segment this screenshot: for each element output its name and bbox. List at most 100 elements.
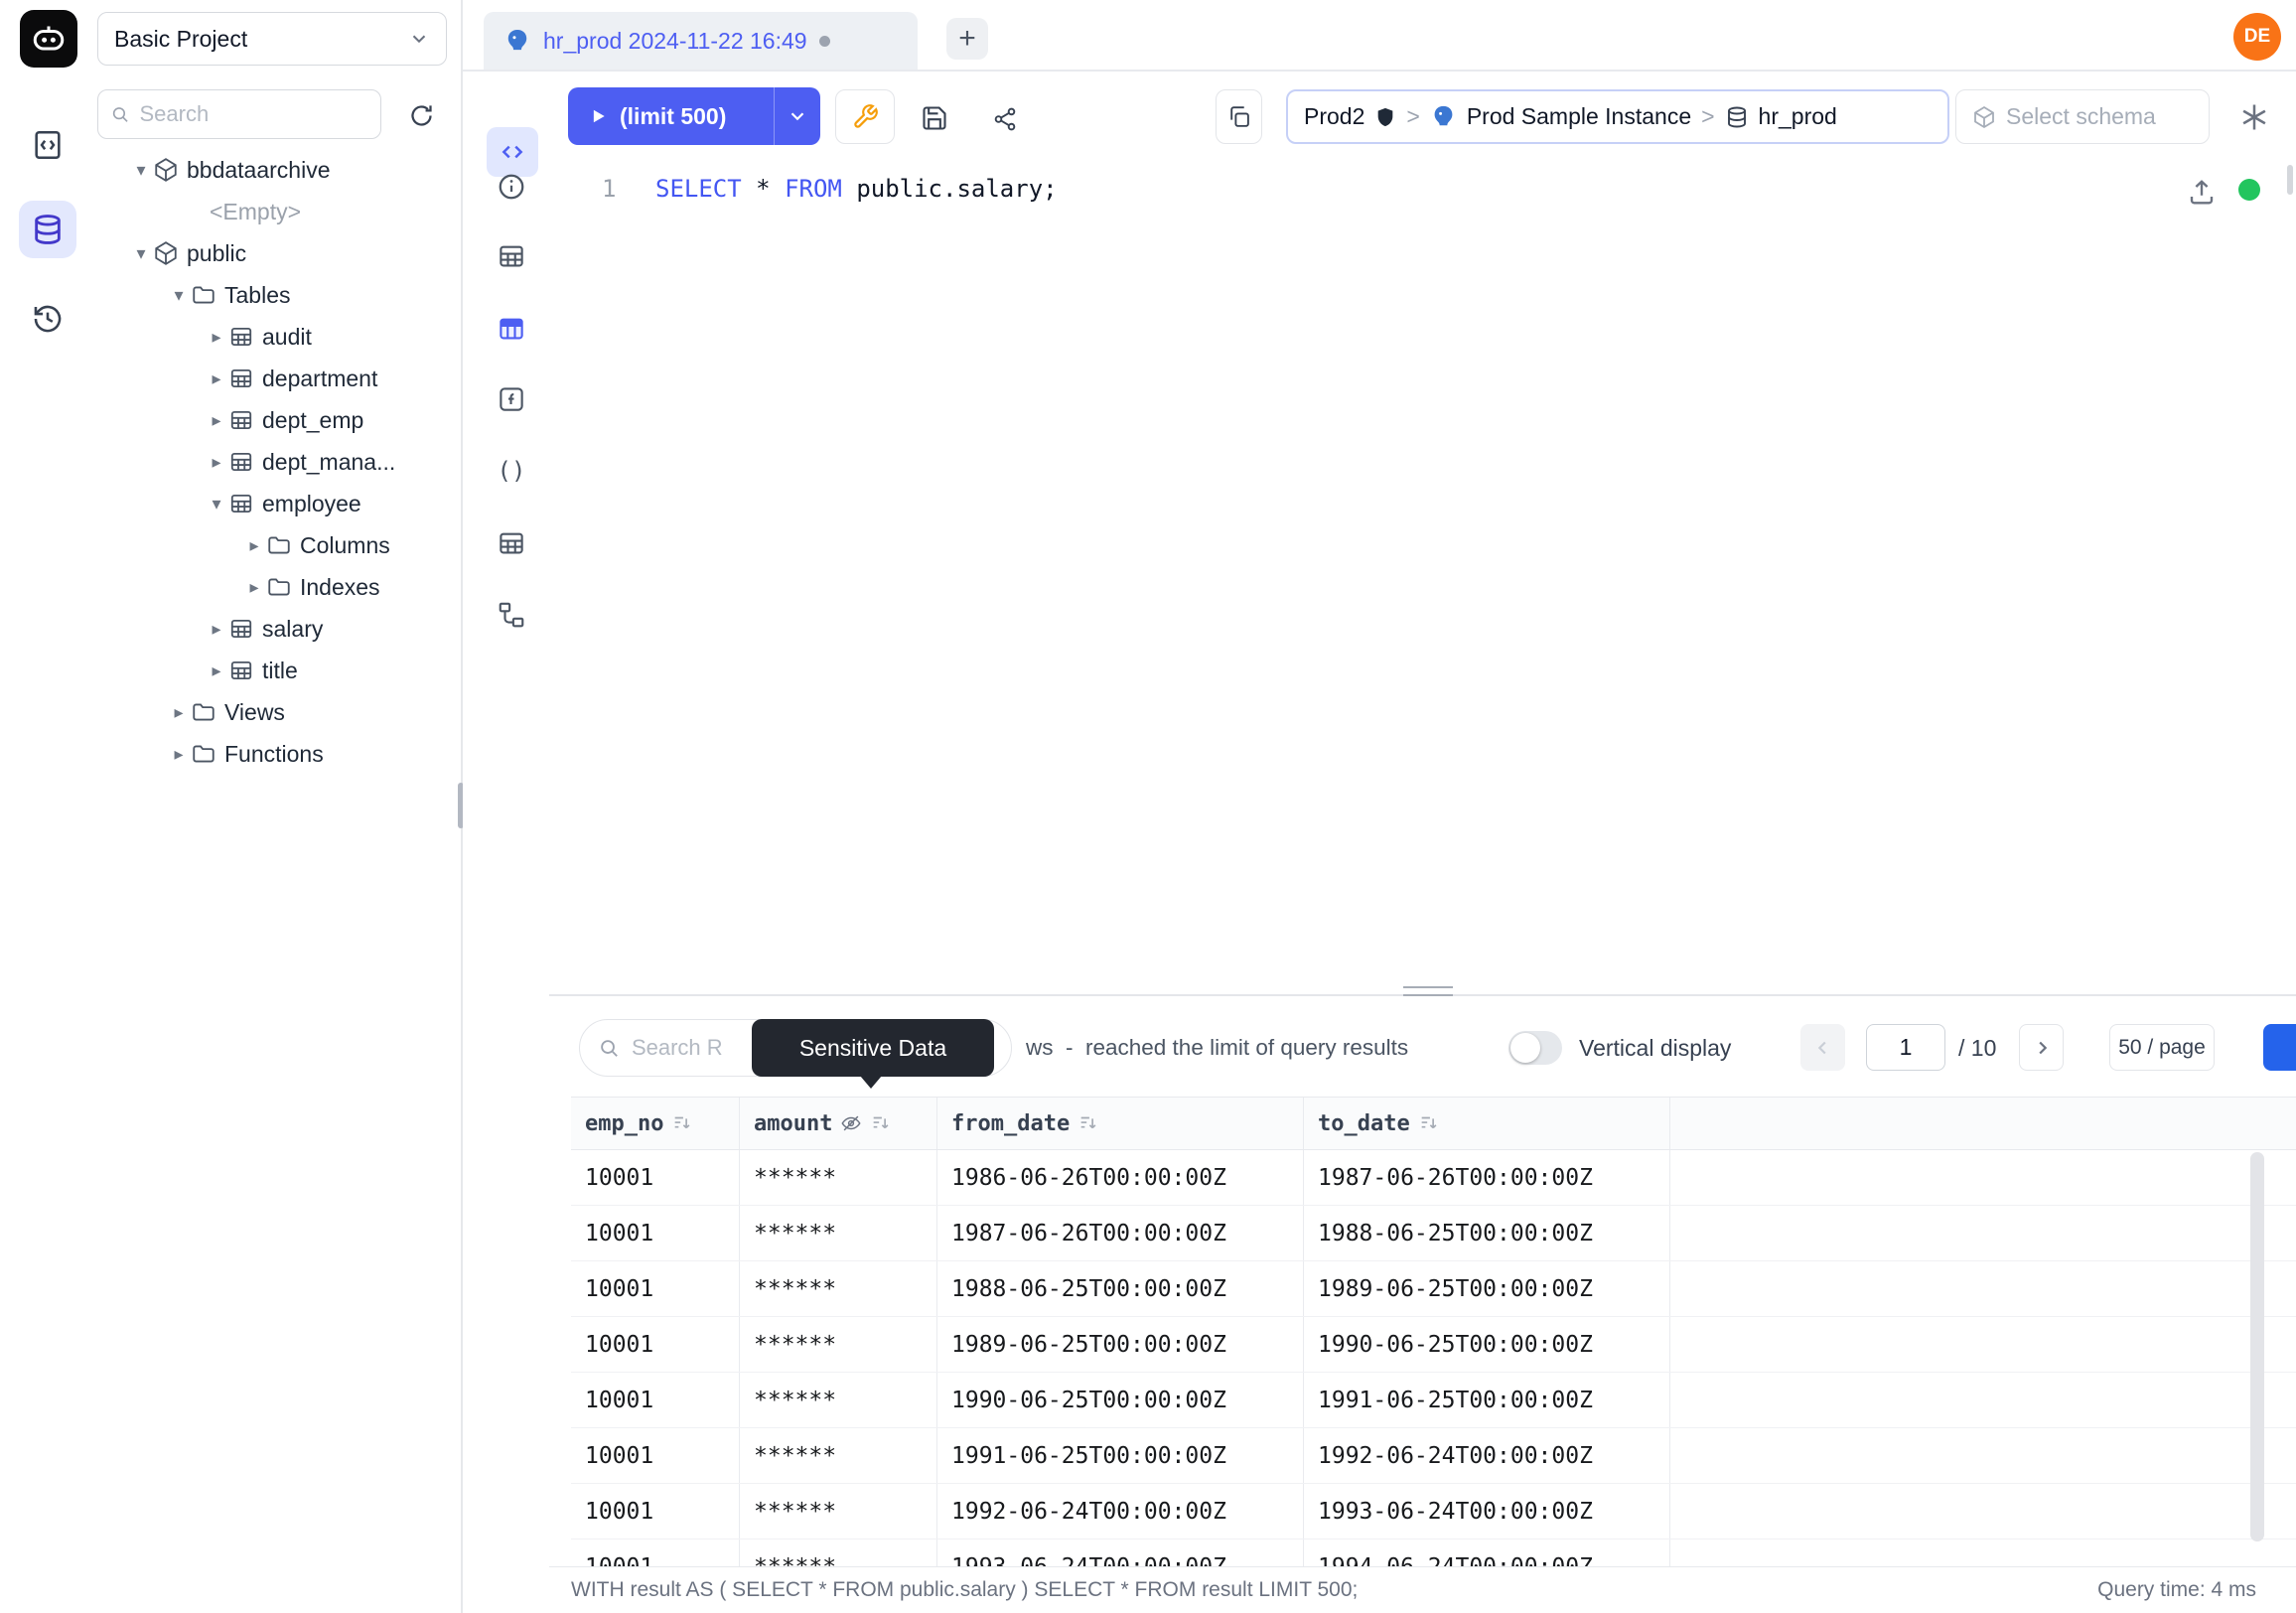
tree-item-dept-emp[interactable]: ▸ dept_emp	[95, 399, 459, 441]
connection-breadcrumb[interactable]: Prod2 > Prod Sample Instance > hr_prod	[1286, 89, 1949, 144]
procedures-panel-button[interactable]: ()	[494, 453, 529, 489]
table-row[interactable]: 10001******1992-06-24T00:00:00Z1993-06-2…	[571, 1484, 2296, 1540]
worksheet-nav-button[interactable]	[30, 127, 66, 163]
cell-to_date: 1988-06-25T00:00:00Z	[1304, 1206, 1670, 1260]
project-selector[interactable]: Basic Project	[97, 12, 447, 66]
caret-icon[interactable]: ▸	[205, 660, 228, 681]
search-icon	[110, 103, 130, 125]
functions-panel-button[interactable]	[494, 381, 529, 417]
column-header-emp_no[interactable]: emp_no	[571, 1098, 740, 1149]
executed-query-text: WITH result AS ( SELECT * FROM public.sa…	[571, 1578, 1358, 1602]
caret-icon[interactable]: ▸	[205, 410, 228, 431]
unsaved-dot	[819, 36, 830, 47]
column-header-amount[interactable]: amount	[740, 1098, 937, 1149]
sheets-panel-button[interactable]	[494, 525, 529, 561]
cell-to_date: 1991-06-25T00:00:00Z	[1304, 1373, 1670, 1427]
caret-icon[interactable]: ▾	[205, 494, 228, 514]
table-row[interactable]: 10001******1987-06-26T00:00:00Z1988-06-2…	[571, 1206, 2296, 1261]
caret-icon[interactable]: ▸	[167, 702, 191, 723]
export-button-clipped[interactable]	[2263, 1024, 2296, 1071]
run-options-dropdown[interactable]	[775, 105, 820, 127]
run-query-button[interactable]: (limit 500)	[568, 87, 820, 145]
next-page-button[interactable]	[2019, 1024, 2064, 1071]
tree-item-columns[interactable]: ▸ Columns	[95, 524, 459, 566]
table-row[interactable]: 10001******1991-06-25T00:00:00Z1992-06-2…	[571, 1428, 2296, 1484]
folder-icon	[191, 741, 224, 767]
share-sheet-button[interactable]	[983, 97, 1027, 141]
tables-panel-button[interactable]	[494, 238, 529, 274]
format-sql-button[interactable]	[835, 89, 895, 144]
results-scrollbar-thumb[interactable]	[2250, 1152, 2264, 1541]
er-diagram-button[interactable]	[494, 311, 529, 347]
info-panel-button[interactable]	[494, 169, 529, 205]
table-icon	[228, 366, 262, 391]
code-icon	[500, 139, 525, 165]
sidebar-search-input[interactable]	[140, 101, 369, 127]
panel-divider-handle[interactable]	[1403, 986, 1453, 996]
caret-icon[interactable]: ▸	[205, 452, 228, 473]
caret-icon[interactable]: ▾	[129, 243, 153, 264]
caret-icon[interactable]: ▸	[205, 327, 228, 348]
sort-icon[interactable]	[1077, 1112, 1099, 1134]
folder-icon	[191, 699, 224, 725]
tree-item-audit[interactable]: ▸ audit	[95, 316, 459, 358]
connection-context-button[interactable]	[1216, 89, 1262, 144]
bytebase-logo[interactable]	[20, 10, 77, 68]
tree-item-views[interactable]: ▸ Views	[95, 691, 459, 733]
schema-box-icon	[1972, 105, 1996, 129]
sidebar-search[interactable]	[97, 89, 381, 139]
page-size-select[interactable]: 50 / page	[2109, 1024, 2215, 1071]
tree-item-functions[interactable]: ▸ Functions	[95, 733, 459, 775]
eye-off-icon[interactable]	[840, 1112, 862, 1134]
parentheses-icon: ()	[498, 457, 526, 485]
caret-icon[interactable]: ▸	[205, 368, 228, 389]
tree-item-public[interactable]: ▾ public	[95, 232, 459, 274]
ai-assistant-button[interactable]	[2234, 97, 2274, 137]
table-row[interactable]: 10001******1990-06-25T00:00:00Z1991-06-2…	[571, 1373, 2296, 1428]
vertical-display-toggle[interactable]	[1508, 1031, 1562, 1065]
save-sheet-button[interactable]	[912, 95, 957, 141]
caret-icon[interactable]: ▾	[129, 160, 153, 181]
editor-tab-active[interactable]: hr_prod 2024-11-22 16:49	[484, 12, 918, 70]
schema-diagram-button[interactable]	[494, 597, 529, 633]
cell-from_date: 1986-06-26T00:00:00Z	[937, 1150, 1304, 1205]
user-avatar[interactable]: DE	[2233, 13, 2281, 61]
refresh-schema-button[interactable]	[397, 91, 445, 139]
cell-to_date: 1987-06-26T00:00:00Z	[1304, 1150, 1670, 1205]
run-limit-label: (limit 500)	[620, 103, 774, 130]
sort-icon[interactable]	[870, 1112, 892, 1134]
upload-sql-button[interactable]	[2185, 175, 2219, 209]
caret-icon[interactable]: ▸	[242, 577, 266, 598]
tree-item-employee[interactable]: ▾ employee	[95, 483, 459, 524]
select-schema-button[interactable]: Select schema	[1955, 89, 2210, 144]
new-tab-button[interactable]: +	[946, 18, 988, 60]
column-header-from_date[interactable]: from_date	[937, 1098, 1304, 1149]
tree-item-bbdataarchive[interactable]: ▾ bbdataarchive	[95, 149, 459, 191]
results-header-row: emp_noamountfrom_dateto_date	[571, 1098, 2296, 1150]
instance-label: Prod Sample Instance	[1467, 103, 1691, 130]
tree-item-department[interactable]: ▸ department	[95, 358, 459, 399]
database-nav-button-active[interactable]	[19, 201, 76, 258]
sql-code-line[interactable]: SELECT * FROM public.salary;	[655, 175, 1058, 203]
editor-scrollbar-thumb[interactable]	[2287, 165, 2293, 195]
caret-icon[interactable]: ▸	[205, 619, 228, 640]
sort-icon[interactable]	[1418, 1112, 1440, 1134]
tree-item-tables[interactable]: ▾ Tables	[95, 274, 459, 316]
caret-icon[interactable]: ▾	[167, 285, 191, 306]
table-row[interactable]: 10001******1989-06-25T00:00:00Z1990-06-2…	[571, 1317, 2296, 1373]
caret-icon[interactable]: ▸	[242, 535, 266, 556]
caret-icon[interactable]: ▸	[167, 744, 191, 765]
table-row[interactable]: 10001******1993-06-24T00:00:00Z1994-06-2…	[571, 1540, 2296, 1567]
history-nav-button[interactable]	[30, 301, 66, 337]
column-header-to_date[interactable]: to_date	[1304, 1098, 1670, 1149]
table-row[interactable]: 10001******1986-06-26T00:00:00Z1987-06-2…	[571, 1150, 2296, 1206]
ai-assistant-icon	[2239, 102, 2269, 132]
tree-item-salary[interactable]: ▸ salary	[95, 608, 459, 650]
tree-item-indexes[interactable]: ▸ Indexes	[95, 566, 459, 608]
table-row[interactable]: 10001******1988-06-25T00:00:00Z1989-06-2…	[571, 1261, 2296, 1317]
tree-item-title[interactable]: ▸ title	[95, 650, 459, 691]
page-number-input[interactable]	[1866, 1024, 1945, 1071]
tree-item-dept-mana-[interactable]: ▸ dept_mana...	[95, 441, 459, 483]
prev-page-button[interactable]	[1800, 1024, 1845, 1071]
sort-icon[interactable]	[671, 1112, 693, 1134]
